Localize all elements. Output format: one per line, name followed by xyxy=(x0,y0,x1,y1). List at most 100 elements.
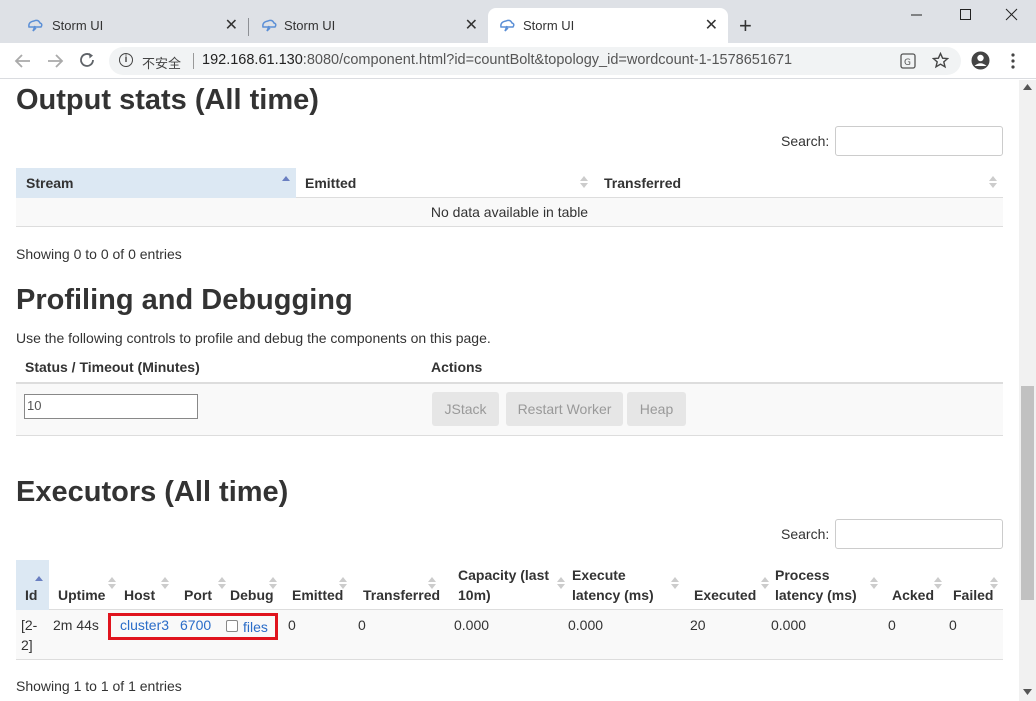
executor-acked: 0 xyxy=(888,617,896,633)
sort-icon xyxy=(870,577,878,591)
executors-search-label: Search: xyxy=(781,526,830,542)
executor-id-line1: [2- xyxy=(21,617,38,633)
debug-checkbox[interactable] xyxy=(226,620,238,632)
empty-table-message: No data available in table xyxy=(16,198,1003,227)
sort-icon xyxy=(428,577,436,591)
sort-icon xyxy=(161,577,169,591)
bookmark-star-icon[interactable] xyxy=(932,52,949,69)
svg-text:G: G xyxy=(904,58,911,68)
port-link[interactable]: 6700 xyxy=(180,615,211,635)
sort-icon xyxy=(269,577,277,591)
column-status-timeout: Status / Timeout (Minutes) xyxy=(25,359,200,375)
scrollbar-thumb[interactable] xyxy=(1021,386,1034,600)
sort-icon xyxy=(934,577,942,591)
window-close-icon[interactable] xyxy=(1005,8,1019,22)
url-path: :8080/component.html?id=countBolt&topolo… xyxy=(302,52,793,68)
column-port[interactable]: Port xyxy=(184,585,212,605)
column-execute-latency-line2[interactable]: latency (ms) xyxy=(572,585,654,605)
url-text[interactable]: 192.168.61.130:8080/component.html?id=co… xyxy=(202,52,792,68)
column-label: Emitted xyxy=(305,175,357,191)
executor-execute-latency: 0.000 xyxy=(568,617,604,633)
maximize-icon[interactable] xyxy=(959,8,973,22)
page-content: Output stats (All time) Search: Stream E… xyxy=(0,80,1019,701)
page-scrollbar[interactable] xyxy=(1019,80,1036,701)
executors-search-input[interactable] xyxy=(835,519,1003,549)
tab-title: Storm UI xyxy=(284,18,336,33)
sort-asc-icon xyxy=(282,176,290,190)
profiling-table-header: Status / Timeout (Minutes) Actions xyxy=(16,352,1003,384)
browser-toolbar: i 不安全 192.168.61.130:8080/component.html… xyxy=(0,43,1036,79)
tab-close-icon[interactable]: ✕ xyxy=(465,15,478,35)
browser-tab-2[interactable]: Storm UI ✕ xyxy=(248,8,488,43)
profiling-heading: Profiling and Debugging xyxy=(16,284,353,316)
back-arrow-icon[interactable] xyxy=(14,53,32,69)
jstack-button[interactable]: JStack xyxy=(432,392,499,426)
column-failed[interactable]: Failed xyxy=(953,585,993,605)
profile-avatar-icon[interactable] xyxy=(971,51,990,70)
executor-transferred: 0 xyxy=(358,617,366,633)
heap-button[interactable]: Heap xyxy=(627,392,686,426)
executors-table-header: Id Uptime Host Port Debug Emitted Transf… xyxy=(16,560,1003,610)
column-debug[interactable]: Debug xyxy=(230,585,274,605)
files-link[interactable]: files xyxy=(243,617,268,637)
column-acked[interactable]: Acked xyxy=(892,585,934,605)
column-emitted[interactable]: Emitted xyxy=(292,585,343,605)
port-link-text[interactable]: 6700 xyxy=(180,617,211,633)
output-search-input[interactable] xyxy=(835,126,1003,156)
executor-id-line2: 2] xyxy=(21,637,33,653)
tab-bar: Storm UI ✕ Storm UI ✕ Storm UI ✕ + xyxy=(0,0,1036,43)
scroll-down-arrow-icon[interactable] xyxy=(1023,689,1032,695)
column-stream[interactable]: Stream xyxy=(16,168,296,198)
tab-close-icon[interactable]: ✕ xyxy=(705,15,718,35)
storm-favicon-icon xyxy=(28,19,43,32)
column-id[interactable]: Id xyxy=(25,585,37,605)
restart-worker-button[interactable]: Restart Worker xyxy=(506,392,623,426)
column-actions: Actions xyxy=(431,359,483,375)
executor-capacity: 0.000 xyxy=(454,617,490,633)
output-stats-heading: Output stats (All time) xyxy=(16,84,319,116)
column-label: Stream xyxy=(26,175,74,191)
reload-icon[interactable] xyxy=(79,52,96,69)
column-executed[interactable]: Executed xyxy=(694,585,756,605)
sort-icon xyxy=(108,577,116,591)
browser-tab-3-active[interactable]: Storm UI ✕ xyxy=(488,8,728,43)
sort-icon xyxy=(990,577,998,591)
profiling-description: Use the following controls to profile an… xyxy=(16,330,491,346)
column-emitted[interactable]: Emitted xyxy=(296,168,595,198)
sort-icon xyxy=(671,577,679,591)
browser-tab-1[interactable]: Storm UI ✕ xyxy=(8,8,249,43)
host-link-text[interactable]: cluster3 xyxy=(120,617,169,633)
new-tab-icon[interactable]: + xyxy=(739,13,752,39)
column-execute-latency-line1[interactable]: Execute xyxy=(572,565,626,585)
column-host[interactable]: Host xyxy=(124,585,155,605)
column-capacity-line2[interactable]: 10m) xyxy=(458,585,491,605)
profiling-row: 10 JStack Restart Worker Heap xyxy=(16,384,1003,436)
sort-icon xyxy=(557,577,565,591)
output-stats-table-header: Stream Emitted Transferred xyxy=(16,168,1003,198)
executor-process-latency: 0.000 xyxy=(771,617,807,633)
scroll-up-arrow-icon[interactable] xyxy=(1023,84,1032,90)
column-uptime[interactable]: Uptime xyxy=(58,585,105,605)
storm-favicon-icon xyxy=(262,19,277,32)
tab-close-icon[interactable]: ✕ xyxy=(225,15,238,35)
timeout-input[interactable]: 10 xyxy=(24,394,198,419)
executor-executed: 20 xyxy=(690,617,706,633)
column-process-latency-line1[interactable]: Process xyxy=(775,565,829,585)
menu-kebab-icon[interactable] xyxy=(1010,53,1016,69)
translate-icon[interactable]: G xyxy=(900,53,916,69)
host-link[interactable]: cluster3 xyxy=(120,615,169,635)
minimize-icon[interactable] xyxy=(910,8,924,22)
storm-favicon-icon xyxy=(500,19,515,32)
files-link-text[interactable]: files xyxy=(243,619,268,635)
column-process-latency-line2[interactable]: latency (ms) xyxy=(775,585,857,605)
executors-entries-info: Showing 1 to 1 of 1 entries xyxy=(16,678,182,694)
forward-arrow-icon[interactable] xyxy=(46,53,64,69)
info-icon[interactable]: i xyxy=(119,53,133,67)
url-host: 192.168.61.130 xyxy=(202,52,303,68)
column-capacity-line1[interactable]: Capacity (last xyxy=(458,565,549,585)
column-transferred[interactable]: Transferred xyxy=(595,168,1003,198)
executor-uptime: 2m 44s xyxy=(53,617,99,633)
table-row: [2- 2] 2m 44s cluster3 6700 files 0 0 0.… xyxy=(16,610,1003,660)
address-bar[interactable]: i 不安全 192.168.61.130:8080/component.html… xyxy=(109,47,961,75)
sort-icon xyxy=(761,577,769,591)
